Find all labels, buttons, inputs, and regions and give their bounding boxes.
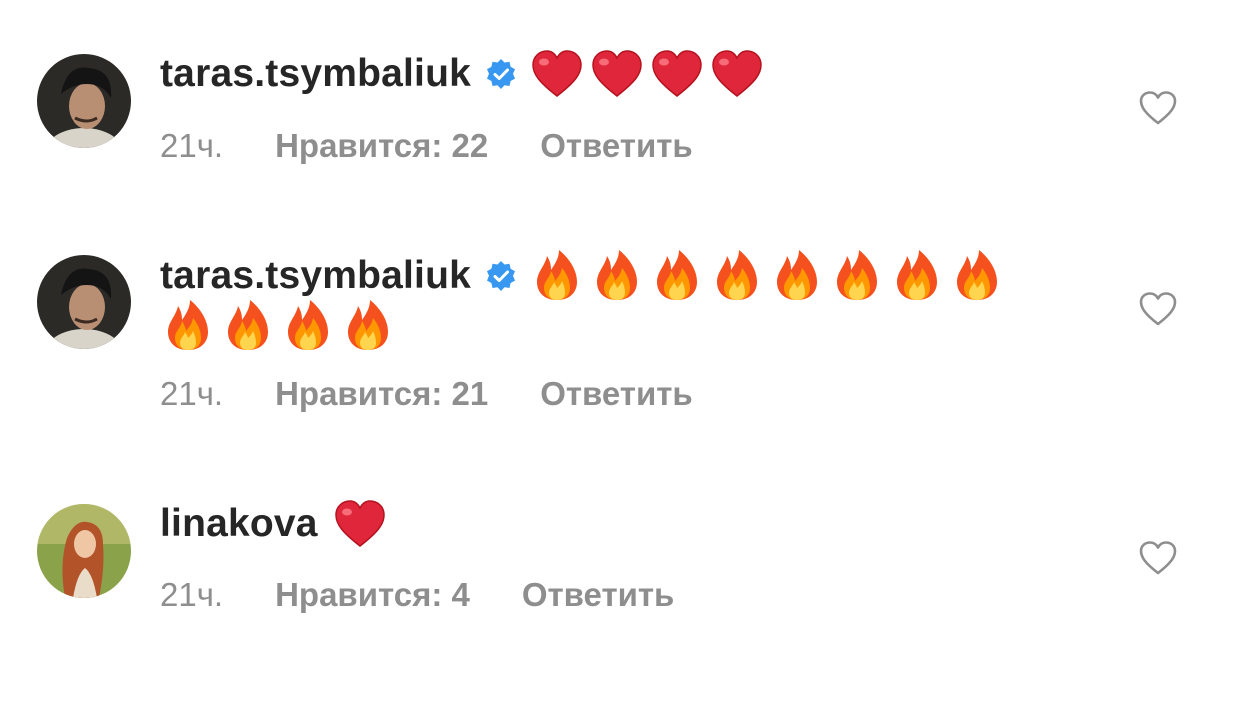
comment-time: 21ч. xyxy=(160,127,224,164)
comment-meta: 21ч. Нравится: 21 Ответить xyxy=(160,374,693,414)
like-heart-icon[interactable] xyxy=(1138,90,1178,126)
red-heart-icon xyxy=(529,46,585,102)
likes-count[interactable]: Нравится: 4 xyxy=(275,576,470,614)
verified-badge-icon xyxy=(485,58,517,90)
comment-meta: 21ч. Нравится: 4 Ответить xyxy=(160,575,674,615)
fire-icon xyxy=(220,298,276,354)
comment-time: 21ч. xyxy=(160,375,224,412)
fire-icon xyxy=(889,248,945,304)
fire-icon xyxy=(769,248,825,304)
comment-body-line-2 xyxy=(160,300,396,352)
red-heart-icon xyxy=(589,46,645,102)
red-heart-icon xyxy=(649,46,705,102)
avatar[interactable] xyxy=(37,504,131,598)
fire-icon xyxy=(160,298,216,354)
red-heart-icon xyxy=(332,496,388,552)
comment-body: taras.tsymbaliuk xyxy=(160,250,1005,302)
fire-icon xyxy=(649,248,705,304)
reply-button[interactable]: Ответить xyxy=(540,375,693,413)
fire-icon xyxy=(589,248,645,304)
fire-icon xyxy=(949,248,1005,304)
like-heart-icon[interactable] xyxy=(1138,540,1178,576)
likes-count[interactable]: Нравится: 21 xyxy=(275,375,488,413)
username[interactable]: taras.tsymbaliuk xyxy=(160,52,471,96)
verified-badge-icon xyxy=(485,260,517,292)
reply-button[interactable]: Ответить xyxy=(540,127,693,165)
red-heart-icon xyxy=(709,46,765,102)
fire-icon xyxy=(709,248,765,304)
comment-body: taras.tsymbaliuk xyxy=(160,48,765,100)
fire-icon xyxy=(340,298,396,354)
reply-button[interactable]: Ответить xyxy=(522,576,675,614)
fire-icon xyxy=(280,298,336,354)
fire-icon xyxy=(529,248,585,304)
comment-body: linakova xyxy=(160,498,388,550)
comment-meta: 21ч. Нравится: 22 Ответить xyxy=(160,126,693,166)
avatar[interactable] xyxy=(37,255,131,349)
comment-time: 21ч. xyxy=(160,576,224,613)
like-heart-icon[interactable] xyxy=(1138,291,1178,327)
username[interactable]: linakova xyxy=(160,502,318,546)
avatar[interactable] xyxy=(37,54,131,148)
username[interactable]: taras.tsymbaliuk xyxy=(160,254,471,298)
likes-count[interactable]: Нравится: 22 xyxy=(275,127,488,165)
fire-icon xyxy=(829,248,885,304)
